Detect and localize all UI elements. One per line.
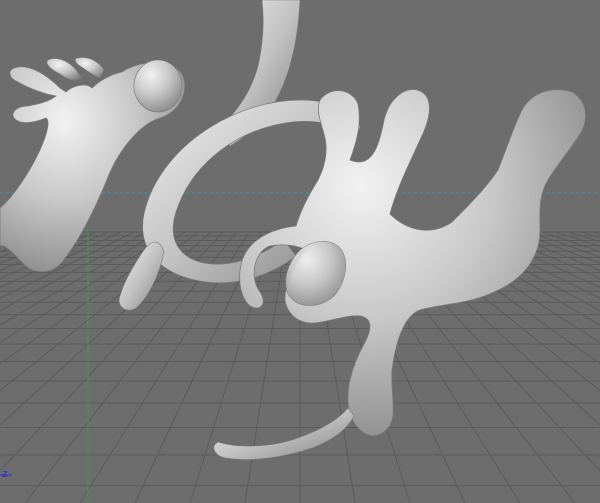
mesh-main-body[interactable] xyxy=(239,89,586,437)
3d-viewport[interactable]: z xyxy=(0,0,600,503)
mesh-tail[interactable] xyxy=(213,407,355,460)
z-axis-label: z xyxy=(2,467,8,480)
viewport-canvas[interactable] xyxy=(0,0,600,503)
